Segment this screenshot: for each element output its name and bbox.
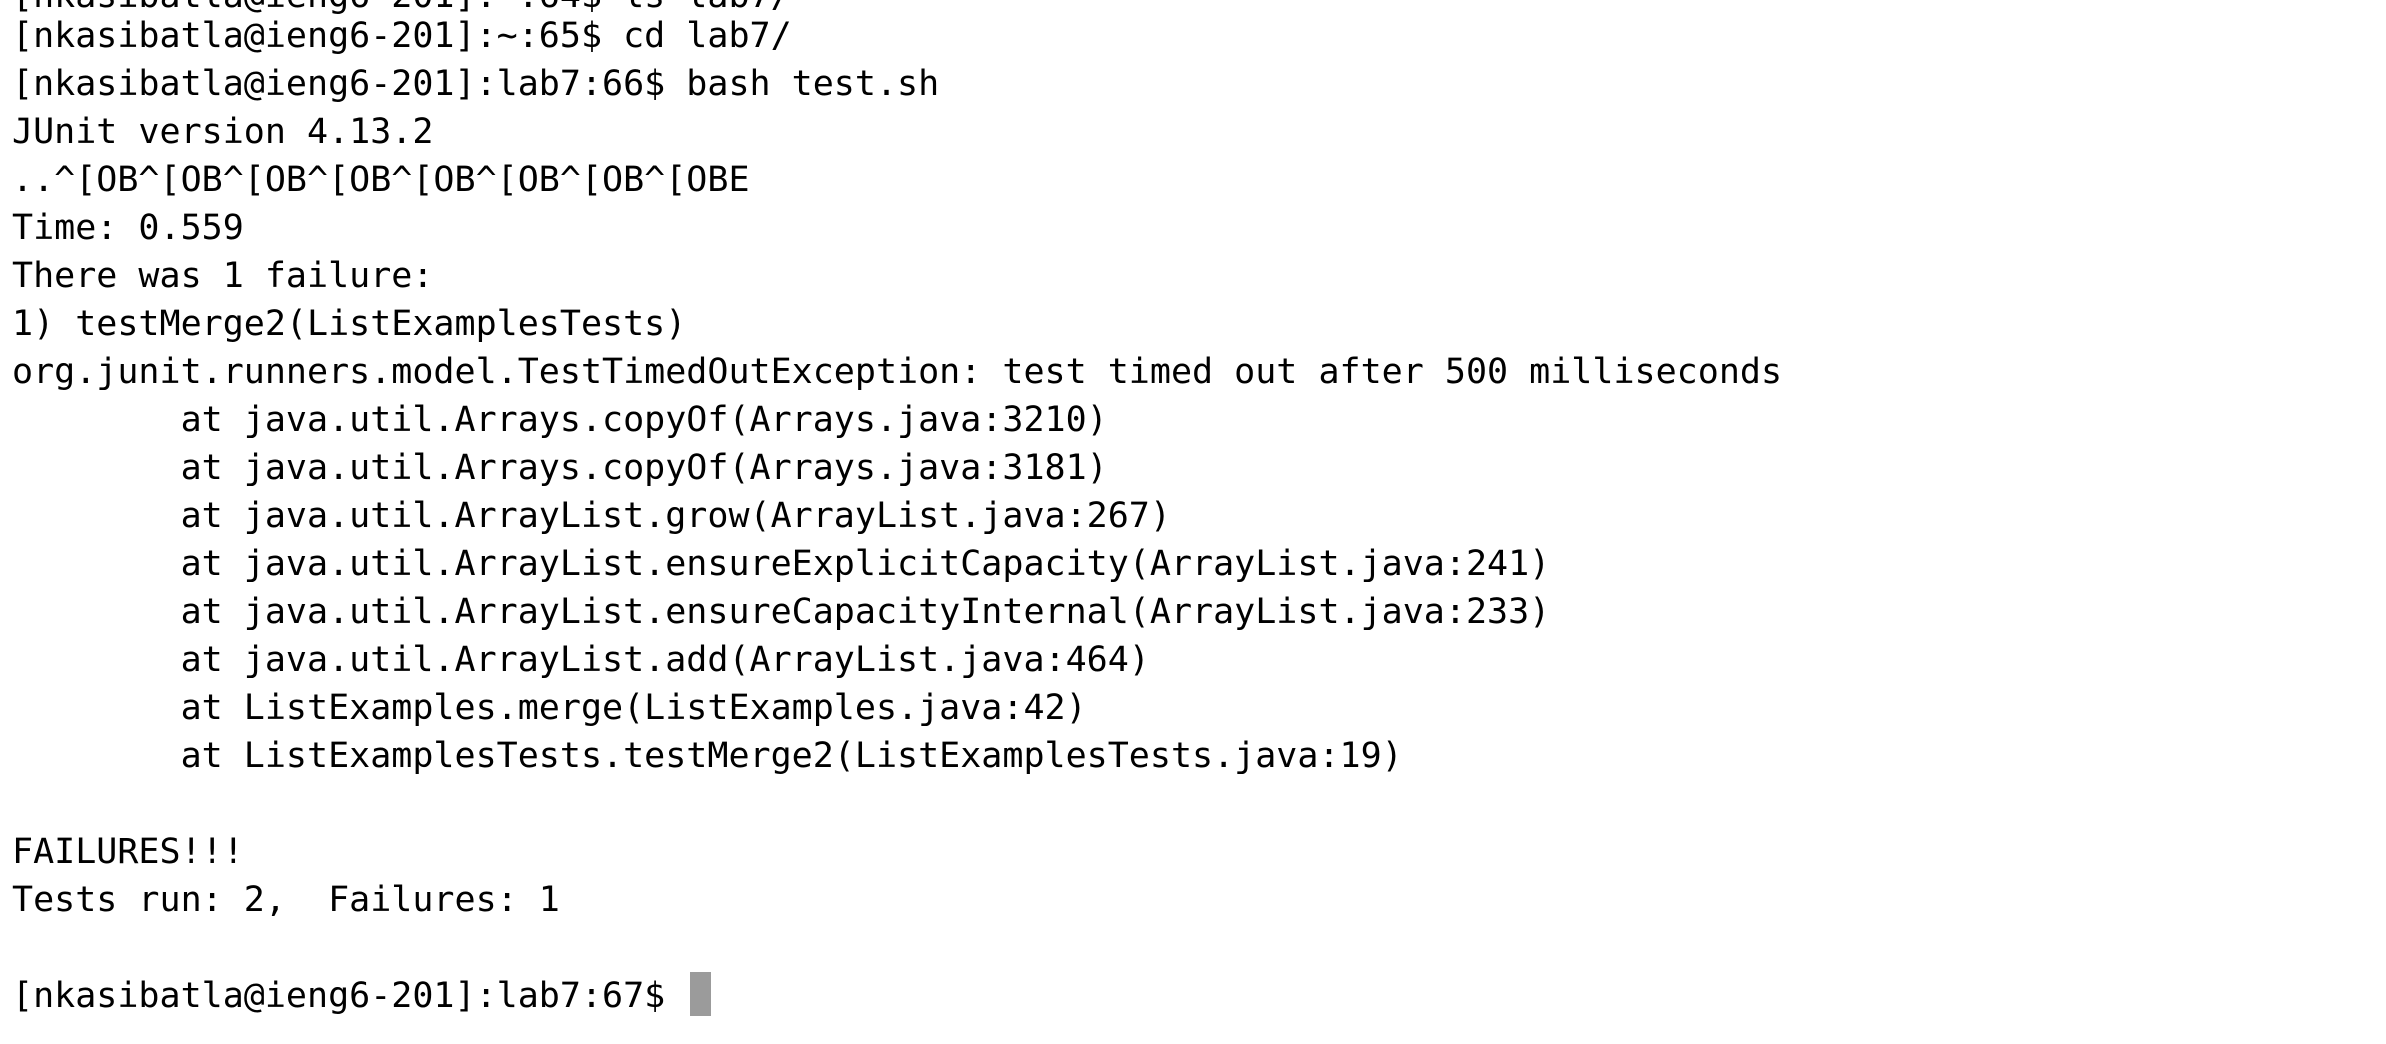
terminal-window[interactable]: [nkasibatla@ieng6-201]:~:64$ ls lab7/ [n… [0, 0, 2386, 1044]
terminal-line-cd: [nkasibatla@ieng6-201]:~:65$ cd lab7/ [12, 16, 792, 56]
terminal-line-failure-count: There was 1 failure: [12, 256, 434, 296]
stack-trace-line: at ListExamplesTests.testMerge2(ListExam… [12, 736, 1403, 776]
shell-prompt: [nkasibatla@ieng6-201]:lab7:67$ [12, 976, 687, 1016]
terminal-line-failures: FAILURES!!! [12, 832, 244, 872]
terminal-line-junit-version: JUnit version 4.13.2 [12, 112, 434, 152]
stack-trace-line: at java.util.Arrays.copyOf(Arrays.java:3… [12, 448, 1108, 488]
text-cursor [690, 972, 712, 1016]
stack-trace-line: at java.util.ArrayList.add(ArrayList.jav… [12, 640, 1150, 680]
stack-trace-line: at java.util.ArrayList.ensureCapacityInt… [12, 592, 1551, 632]
terminal-line-time: Time: 0.559 [12, 208, 244, 248]
stack-trace-line: at ListExamples.merge(ListExamples.java:… [12, 688, 1087, 728]
stack-trace-line: at java.util.ArrayList.ensureExplicitCap… [12, 544, 1551, 584]
terminal-line-progress: ..^[OB^[OB^[OB^[OB^[OB^[OB^[OB^[OBE [12, 160, 750, 200]
terminal-line-summary: Tests run: 2, Failures: 1 [12, 880, 560, 920]
terminal-line-exception: org.junit.runners.model.TestTimedOutExce… [12, 352, 1783, 392]
stack-trace-line: at java.util.Arrays.copyOf(Arrays.java:3… [12, 400, 1108, 440]
terminal-prompt-line[interactable]: [nkasibatla@ieng6-201]:lab7:67$ [12, 972, 712, 1020]
terminal-line-failure-name: 1) testMerge2(ListExamplesTests) [12, 304, 687, 344]
stack-trace-line: at java.util.ArrayList.grow(ArrayList.ja… [12, 496, 1171, 536]
terminal-line-bash: [nkasibatla@ieng6-201]:lab7:66$ bash tes… [12, 64, 940, 104]
